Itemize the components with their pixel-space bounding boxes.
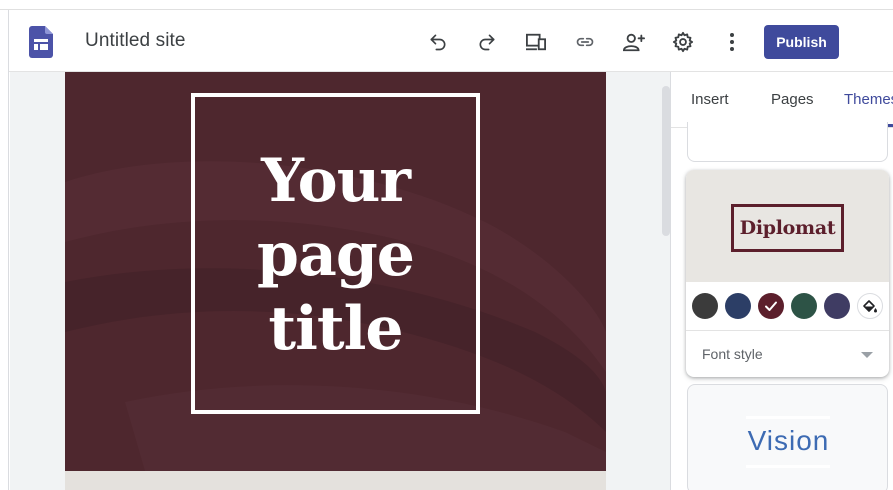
dropdown-arrow-icon	[861, 352, 873, 358]
theme-name: Vision	[747, 425, 830, 456]
color-swatch[interactable]	[725, 293, 751, 319]
custom-color-paint-bucket-icon[interactable]	[857, 293, 883, 319]
side-panel: Insert Pages Themes Diplomat Font style	[670, 72, 893, 490]
site-title[interactable]: Untitled site	[85, 30, 186, 52]
theme-card-diplomat[interactable]: Diplomat Font style	[686, 170, 889, 377]
theme-decor-line	[746, 465, 830, 468]
theme-card-vision[interactable]: Vision	[687, 384, 888, 490]
font-style-label: Font style	[702, 346, 763, 362]
checkmark-icon	[758, 293, 784, 319]
redo-icon[interactable]	[474, 29, 500, 55]
theme-name: Diplomat	[739, 217, 836, 239]
sites-logo-icon[interactable]	[29, 26, 53, 58]
hero-page-title[interactable]: Your page title	[191, 144, 480, 366]
canvas-scrollbar[interactable]	[662, 86, 670, 236]
preview-devices-icon[interactable]	[523, 29, 549, 55]
color-swatch-selected[interactable]	[758, 293, 784, 319]
previous-theme-card[interactable]	[687, 122, 888, 162]
theme-name-badge: Diplomat	[731, 204, 844, 252]
tab-pages[interactable]: Pages	[771, 91, 814, 108]
tab-themes[interactable]: Themes	[844, 91, 893, 108]
settings-gear-icon[interactable]	[670, 29, 696, 55]
publish-button[interactable]: Publish	[764, 25, 839, 59]
theme-preview[interactable]: Diplomat	[686, 170, 889, 282]
font-style-dropdown[interactable]: Font style	[686, 330, 889, 377]
share-add-person-icon[interactable]	[621, 29, 647, 55]
browser-top-strip	[0, 0, 893, 10]
color-swatch[interactable]	[791, 293, 817, 319]
color-swatch[interactable]	[692, 293, 718, 319]
color-swatch[interactable]	[824, 293, 850, 319]
link-icon[interactable]	[572, 29, 598, 55]
more-vertical-icon[interactable]	[719, 29, 745, 55]
undo-icon[interactable]	[425, 29, 451, 55]
editor-header: Untitled site Publish	[9, 11, 893, 72]
next-section[interactable]	[65, 471, 606, 490]
left-edge	[0, 10, 9, 490]
theme-decor-line	[746, 416, 830, 419]
hero-section[interactable]: Your page title	[65, 72, 606, 471]
tab-insert[interactable]: Insert	[691, 91, 729, 108]
panel-tabs: Insert Pages Themes	[671, 72, 893, 128]
